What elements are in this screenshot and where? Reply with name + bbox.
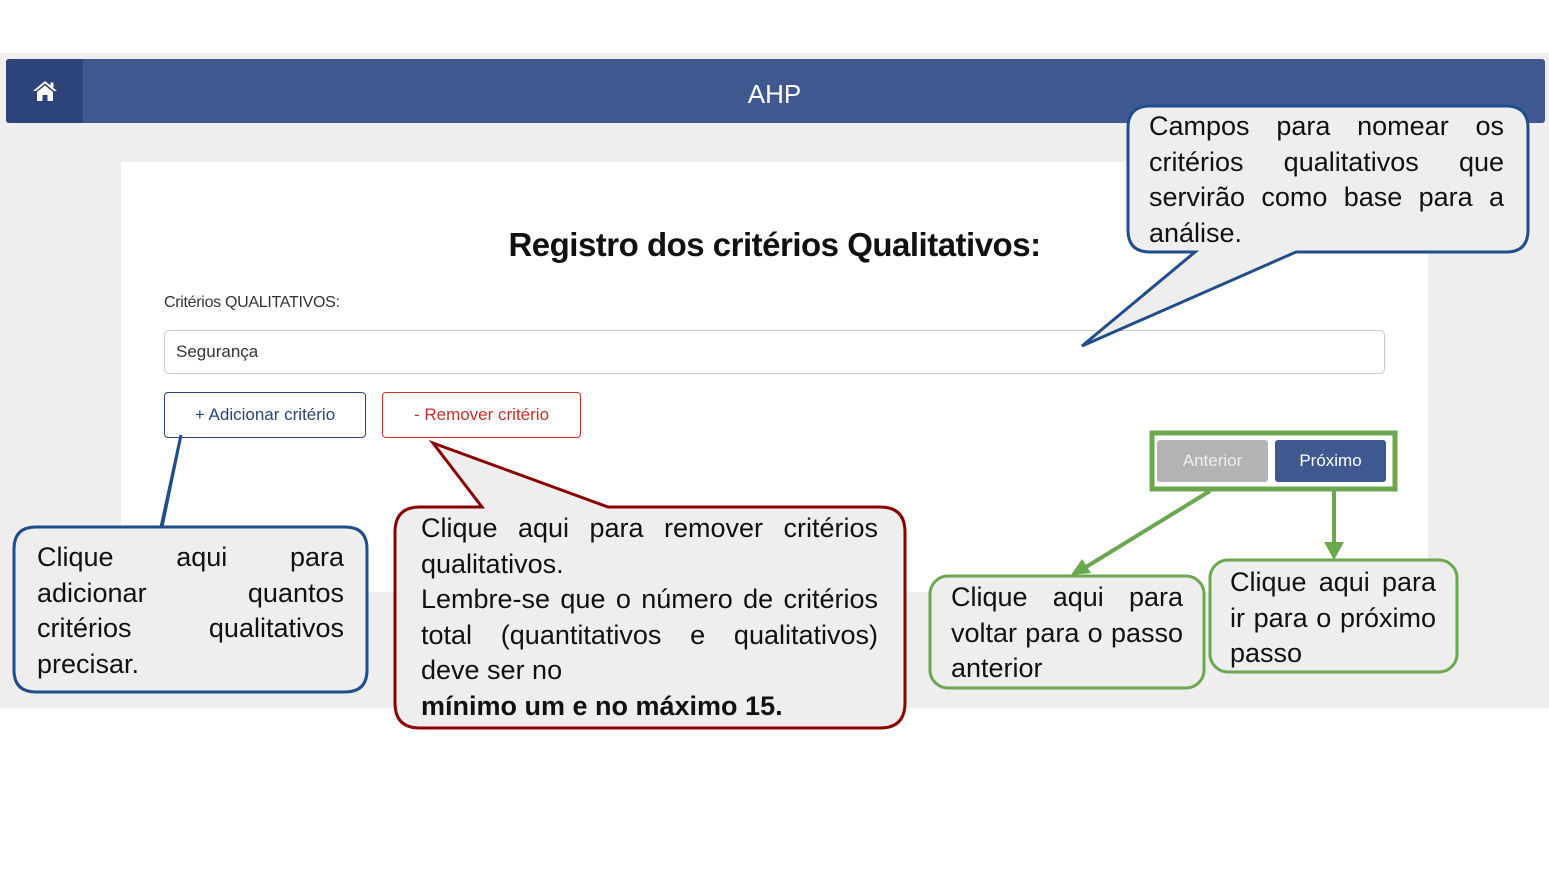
callout-remove-text: Clique aqui para remover critérios quali… xyxy=(421,511,878,724)
prev-arrow-line xyxy=(1084,489,1212,569)
callout-add-text: Clique aqui para adicionar quantos crité… xyxy=(37,542,344,679)
nav-buttons-highlight xyxy=(1149,430,1398,492)
callout-fields-text: Campos para nomear os critérios qualitat… xyxy=(1149,111,1504,248)
callout-remove-line2: Lembre-se que o número de critérios tota… xyxy=(421,584,878,685)
callout-remove-line1: Clique aqui para remover critérios quali… xyxy=(421,513,878,579)
next-arrow-head xyxy=(1324,542,1344,560)
callout-remove-emphasis: mínimo um e no máximo 15. xyxy=(421,690,783,721)
callout-next-text: Clique aqui para ir para o próximo passo xyxy=(1230,567,1436,668)
callout-prev-text: Clique aqui para voltar para o passo ant… xyxy=(951,582,1183,683)
